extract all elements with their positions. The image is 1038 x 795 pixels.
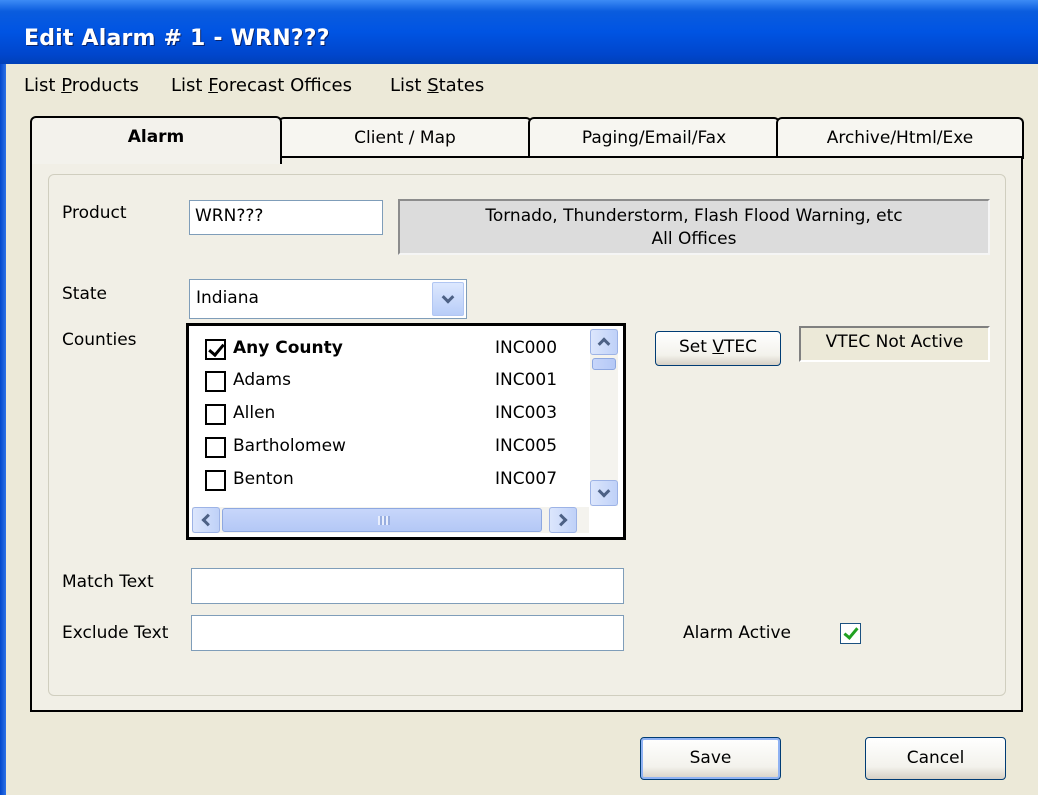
list-item[interactable]: Benton INC007 bbox=[201, 466, 581, 496]
chevron-down-icon bbox=[441, 290, 455, 304]
state-select[interactable]: Indiana bbox=[189, 279, 467, 319]
list-item[interactable]: Bartholomew INC005 bbox=[201, 433, 581, 463]
match-text-input[interactable] bbox=[191, 568, 624, 604]
product-description-line2: All Offices bbox=[651, 229, 737, 249]
window-title: Edit Alarm # 1 - WRN??? bbox=[24, 26, 330, 51]
county-checkbox[interactable] bbox=[205, 339, 226, 360]
scroll-right-button[interactable] bbox=[549, 507, 577, 533]
counties-label: Counties bbox=[62, 330, 137, 350]
exclude-text-label: Exclude Text bbox=[62, 623, 169, 643]
county-name: Allen bbox=[233, 403, 276, 423]
state-label: State bbox=[62, 284, 107, 304]
menu-list-states[interactable]: List States bbox=[390, 75, 484, 96]
tab-client-map[interactable]: Client / Map bbox=[278, 117, 532, 159]
window-border bbox=[0, 64, 6, 795]
county-code: INC007 bbox=[495, 469, 558, 489]
counties-list[interactable]: Any County INC000 Adams INC001 Allen INC… bbox=[186, 323, 626, 540]
product-description: Tornado, Thunderstorm, Flash Flood Warni… bbox=[398, 199, 990, 255]
county-name: Any County bbox=[233, 338, 343, 358]
scroll-down-button[interactable] bbox=[590, 480, 618, 506]
county-checkbox[interactable] bbox=[205, 371, 226, 392]
county-name: Benton bbox=[233, 469, 294, 489]
product-input[interactable]: WRN??? bbox=[189, 200, 383, 235]
product-description-line1: Tornado, Thunderstorm, Flash Flood Warni… bbox=[485, 206, 903, 226]
state-select-value: Indiana bbox=[196, 288, 259, 308]
county-name: Adams bbox=[233, 370, 291, 390]
counties-vertical-scrollbar[interactable] bbox=[590, 329, 618, 506]
county-checkbox[interactable] bbox=[205, 470, 226, 491]
chevron-up-icon bbox=[597, 337, 611, 351]
grip-icon bbox=[378, 516, 390, 525]
scroll-thumb-horizontal[interactable] bbox=[222, 508, 542, 532]
chevron-left-icon bbox=[201, 513, 215, 527]
state-dropdown-button[interactable] bbox=[432, 282, 464, 316]
alarm-active-checkbox[interactable] bbox=[840, 623, 861, 644]
scroll-up-button[interactable] bbox=[590, 329, 618, 355]
tab-archive-html-exe[interactable]: Archive/Html/Exe bbox=[776, 117, 1024, 159]
list-item[interactable]: Allen INC003 bbox=[201, 400, 581, 430]
county-code: INC005 bbox=[495, 436, 558, 456]
product-label: Product bbox=[62, 203, 127, 223]
tab-paging-email-fax[interactable]: Paging/Email/Fax bbox=[528, 117, 780, 159]
save-button[interactable]: Save bbox=[640, 737, 781, 780]
scroll-left-button[interactable] bbox=[192, 507, 220, 533]
county-code: INC003 bbox=[495, 403, 558, 423]
title-bar: Edit Alarm # 1 - WRN??? bbox=[0, 0, 1038, 64]
menu-list-forecast-offices[interactable]: List Forecast Offices bbox=[171, 75, 352, 96]
vtec-status: VTEC Not Active bbox=[799, 326, 990, 362]
cancel-button[interactable]: Cancel bbox=[865, 737, 1006, 780]
list-item[interactable]: Adams INC001 bbox=[201, 367, 581, 397]
alarm-active-label: Alarm Active bbox=[683, 623, 792, 643]
scroll-thumb[interactable] bbox=[592, 358, 616, 370]
county-name: Bartholomew bbox=[233, 436, 346, 456]
county-code: INC001 bbox=[495, 370, 558, 390]
counties-horizontal-scrollbar[interactable] bbox=[192, 507, 589, 533]
menu-bar: List Products List Forecast Offices List… bbox=[6, 64, 1038, 110]
exclude-text-input[interactable] bbox=[191, 615, 624, 651]
tab-alarm[interactable]: Alarm bbox=[30, 116, 282, 164]
chevron-right-icon bbox=[554, 513, 568, 527]
chevron-down-icon bbox=[597, 484, 611, 498]
county-checkbox[interactable] bbox=[205, 437, 226, 458]
list-item[interactable]: Any County INC000 bbox=[201, 335, 581, 365]
set-vtec-button[interactable]: Set VTEC bbox=[655, 331, 781, 366]
match-text-label: Match Text bbox=[62, 572, 154, 592]
county-checkbox[interactable] bbox=[205, 404, 226, 425]
county-code: INC000 bbox=[495, 338, 558, 358]
menu-list-products[interactable]: List Products bbox=[24, 75, 139, 96]
